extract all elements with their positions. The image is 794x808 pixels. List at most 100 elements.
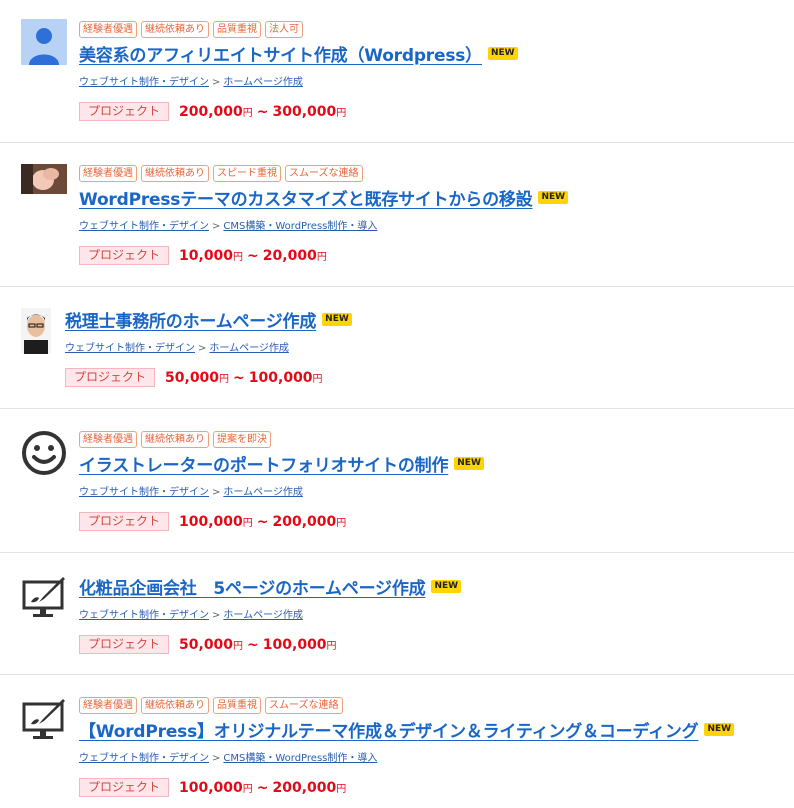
tag: 提案を即決 xyxy=(213,431,271,448)
currency-unit: 円 xyxy=(219,373,230,385)
job-content: 経験者優遇 継続依頼あり 提案を即決 イラストレーターのポートフォリオサイトの制… xyxy=(79,431,794,531)
tag: スムーズな連絡 xyxy=(265,697,343,714)
subcategory-link[interactable]: ホームページ作成 xyxy=(223,487,303,498)
currency-unit: 円 xyxy=(242,517,253,529)
price-max: 200,000 xyxy=(272,513,337,530)
price-min: 50,000 xyxy=(179,636,234,653)
subcategory-link[interactable]: ホームページ作成 xyxy=(209,343,289,354)
price-min: 100,000 xyxy=(179,513,243,530)
job-listing: 経験者優遇 継続依頼あり 提案を即決 イラストレーターのポートフォリオサイトの制… xyxy=(0,409,794,553)
job-title-link[interactable]: イラストレーターのポートフォリオサイトの制作 xyxy=(79,451,448,476)
subcategory-link[interactable]: ホームページ作成 xyxy=(223,610,303,621)
job-type-badge: プロジェクト xyxy=(79,246,170,265)
tag-list: 経験者優遇 継続依頼あり 提案を即決 xyxy=(79,431,794,448)
tag: 法人可 xyxy=(265,21,303,38)
new-badge: NEW xyxy=(487,47,518,60)
avatar-monitor-brush-icon[interactable] xyxy=(21,696,67,746)
breadcrumb: ウェブサイト制作・デザイン > ホームページ作成 xyxy=(79,73,794,88)
job-type-badge: プロジェクト xyxy=(79,512,170,531)
job-listing: 経験者優遇 継続依頼あり 品質重視 スムーズな連絡 【WordPress】オリジ… xyxy=(0,675,794,808)
tag: 継続依頼あり xyxy=(141,21,209,38)
avatar-monitor-brush-icon[interactable] xyxy=(21,574,67,624)
new-badge: NEW xyxy=(538,191,569,204)
price-range: 200,000円 ~300,000円 xyxy=(179,104,346,120)
job-listing: 経験者優遇 継続依頼あり スピード重視 スムーズな連絡 WordPressテーマ… xyxy=(0,143,794,287)
price-min: 10,000 xyxy=(179,247,234,264)
job-title-link[interactable]: WordPressテーマのカスタマイズと既存サイトからの移設 xyxy=(79,185,533,210)
job-listing: 経験者優遇 継続依頼あり 品質重視 法人可 美容系のアフィリエイトサイト作成（W… xyxy=(0,0,794,143)
tag: 経験者優遇 xyxy=(79,697,137,714)
job-title-link[interactable]: 化粧品企画会社 5ページのホームページ作成 xyxy=(79,574,426,599)
price-max: 200,000 xyxy=(272,779,337,796)
job-type-badge: プロジェクト xyxy=(65,368,156,387)
breadcrumb-separator: > xyxy=(212,753,221,764)
currency-unit: 円 xyxy=(336,107,347,119)
job-listing: 税理士事務所のホームページ作成 NEW ウェブサイト制作・デザイン > ホームページ… xyxy=(0,287,794,409)
category-link[interactable]: ウェブサイト制作・デザイン xyxy=(65,343,195,354)
tag: 経験者優遇 xyxy=(79,165,137,182)
category-link[interactable]: ウェブサイト制作・デザイン xyxy=(79,221,209,232)
breadcrumb-separator: > xyxy=(212,221,221,232)
range-separator: ~ xyxy=(256,103,269,120)
avatar-default-user-icon[interactable] xyxy=(21,19,67,69)
price-max: 100,000 xyxy=(262,636,327,653)
price-max: 300,000 xyxy=(272,103,337,120)
range-separator: ~ xyxy=(256,779,269,796)
tag: 継続依頼あり xyxy=(141,165,209,182)
breadcrumb-separator: > xyxy=(212,77,221,88)
breadcrumb: ウェブサイト制作・デザイン > CMS構築・WordPress制作・導入 xyxy=(79,749,794,764)
breadcrumb: ウェブサイト制作・デザイン > ホームページ作成 xyxy=(79,483,794,498)
new-badge: NEW xyxy=(322,313,352,326)
price-min: 200,000 xyxy=(179,103,243,120)
price-max: 20,000 xyxy=(262,247,317,264)
currency-unit: 円 xyxy=(326,640,337,652)
range-separator: ~ xyxy=(247,247,259,264)
price-min: 50,000 xyxy=(165,369,220,386)
tag: スムーズな連絡 xyxy=(285,165,363,182)
range-separator: ~ xyxy=(247,636,259,653)
category-link[interactable]: ウェブサイト制作・デザイン xyxy=(79,77,209,88)
job-listing: 化粧品企画会社 5ページのホームページ作成 NEW ウェブサイト制作・デザイン >… xyxy=(0,553,794,675)
breadcrumb: ウェブサイト制作・デザイン > ホームページ作成 xyxy=(65,339,794,354)
breadcrumb-separator: > xyxy=(198,343,207,354)
tag-list: 経験者優遇 継続依頼あり スピード重視 スムーズな連絡 xyxy=(79,165,794,182)
price-range: 10,000円 ~20,000円 xyxy=(179,248,327,264)
category-link[interactable]: ウェブサイト制作・デザイン xyxy=(79,610,209,621)
avatar-photo[interactable] xyxy=(21,164,67,198)
currency-unit: 円 xyxy=(336,783,347,795)
tag-list: 経験者優遇 継続依頼あり 品質重視 法人可 xyxy=(79,21,794,38)
currency-unit: 円 xyxy=(336,517,347,529)
tag: スピード重視 xyxy=(213,165,281,182)
tag: 品質重視 xyxy=(213,21,261,38)
job-content: 経験者優遇 継続依頼あり 品質重視 スムーズな連絡 【WordPress】オリジ… xyxy=(79,697,794,797)
job-title-link[interactable]: 税理士事務所のホームページ作成 xyxy=(65,307,316,332)
category-link[interactable]: ウェブサイト制作・デザイン xyxy=(79,753,209,764)
job-type-badge: プロジェクト xyxy=(79,102,170,121)
price-range: 100,000円 ~200,000円 xyxy=(179,514,346,530)
currency-unit: 円 xyxy=(316,251,327,263)
breadcrumb-separator: > xyxy=(212,487,221,498)
breadcrumb: ウェブサイト制作・デザイン > CMS構築・WordPress制作・導入 xyxy=(79,217,794,232)
avatar-smiley-icon[interactable] xyxy=(21,430,67,480)
price-range: 100,000円 ~200,000円 xyxy=(179,780,346,796)
category-link[interactable]: ウェブサイト制作・デザイン xyxy=(79,487,209,498)
avatar-photo[interactable] xyxy=(21,308,51,358)
new-badge: NEW xyxy=(431,580,462,593)
job-title-link[interactable]: 【WordPress】オリジナルテーマ作成＆デザイン＆ライティング＆コーディング xyxy=(79,717,699,742)
tag: 継続依頼あり xyxy=(141,431,209,448)
tag: 継続依頼あり xyxy=(141,697,209,714)
breadcrumb-separator: > xyxy=(212,610,221,621)
currency-unit: 円 xyxy=(242,107,253,119)
price-range: 50,000円 ~100,000円 xyxy=(165,370,323,386)
job-title-link[interactable]: 美容系のアフィリエイトサイト作成（Wordpress） xyxy=(79,41,482,66)
subcategory-link[interactable]: CMS構築・WordPress制作・導入 xyxy=(223,221,377,232)
currency-unit: 円 xyxy=(312,373,323,385)
job-content: 税理士事務所のホームページ作成 NEW ウェブサイト制作・デザイン > ホームページ… xyxy=(65,307,794,387)
subcategory-link[interactable]: ホームページ作成 xyxy=(223,77,303,88)
subcategory-link[interactable]: CMS構築・WordPress制作・導入 xyxy=(223,753,377,764)
job-type-badge: プロジェクト xyxy=(79,778,170,797)
currency-unit: 円 xyxy=(242,783,253,795)
price-range: 50,000円 ~100,000円 xyxy=(179,637,337,653)
price-max: 100,000 xyxy=(248,369,313,386)
tag: 経験者優遇 xyxy=(79,431,137,448)
